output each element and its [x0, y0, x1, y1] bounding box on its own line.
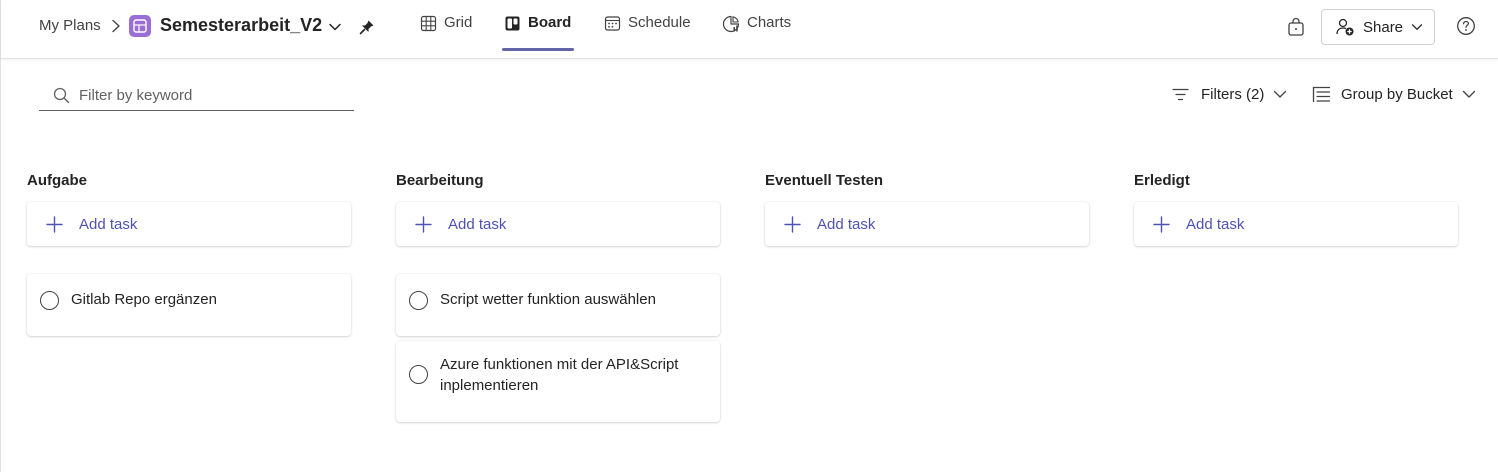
- bucket-erledigt: Erledigt Add task: [1134, 172, 1458, 246]
- plan-icon: [129, 15, 151, 37]
- search-icon: [53, 87, 70, 103]
- task-list: Script wetter funktion auswählen Azure f…: [396, 274, 720, 422]
- task-card[interactable]: Script wetter funktion auswählen: [396, 274, 720, 336]
- task-title: Azure funktionen mit der API&Script inpl…: [440, 356, 679, 394]
- bucket-title[interactable]: Bearbeitung: [396, 172, 720, 192]
- add-task-button[interactable]: Add task: [1134, 202, 1458, 246]
- top-header: My Plans Semesterarbeit_V2 Grid Board Sc…: [1, 0, 1498, 59]
- tab-board-label: Board: [528, 14, 572, 31]
- bucket-eventuell-testen: Eventuell Testen Add task: [765, 172, 1089, 246]
- grid-icon: [420, 15, 437, 32]
- filter-icon: [1172, 88, 1189, 100]
- add-task-button[interactable]: Add task: [396, 202, 720, 246]
- tab-board[interactable]: Board: [504, 14, 571, 50]
- add-task-button[interactable]: Add task: [765, 202, 1089, 246]
- bucket-bearbeitung: Bearbeitung Add task Script wetter funkt…: [396, 172, 720, 427]
- list-icon: [1312, 86, 1331, 102]
- tab-grid[interactable]: Grid: [420, 14, 472, 50]
- plus-icon: [415, 215, 432, 233]
- chevron-down-icon: [1274, 90, 1287, 98]
- chart-icon: [722, 15, 740, 33]
- bucket-title[interactable]: Eventuell Testen: [765, 172, 1089, 192]
- tab-schedule-label: Schedule: [628, 14, 691, 31]
- chevron-down-icon: [1411, 24, 1423, 30]
- add-task-label: Add task: [448, 215, 507, 233]
- tab-charts-label: Charts: [747, 14, 792, 31]
- calendar-icon: [604, 16, 621, 31]
- chevron-down-icon: [1462, 90, 1475, 98]
- filters-button-label: Filters (2): [1201, 85, 1265, 103]
- complete-task-checkbox[interactable]: [409, 291, 428, 310]
- complete-task-checkbox[interactable]: [40, 291, 59, 310]
- add-task-button[interactable]: Add task: [27, 202, 351, 246]
- help-icon[interactable]: [1456, 16, 1476, 36]
- filter-keyword-input[interactable]: [79, 86, 339, 104]
- pin-icon[interactable]: [358, 18, 376, 36]
- tab-grid-label: Grid: [444, 14, 473, 31]
- tab-schedule[interactable]: Schedule: [604, 14, 691, 50]
- board-icon: [505, 16, 520, 31]
- breadcrumb-my-plans[interactable]: My Plans: [39, 17, 101, 34]
- share-button-label: Share: [1363, 18, 1404, 36]
- plus-icon: [1153, 215, 1170, 233]
- plan-title: Semesterarbeit_V2: [160, 15, 323, 35]
- filters-button[interactable]: Filters (2): [1172, 83, 1287, 105]
- bucket-title[interactable]: Erledigt: [1134, 172, 1458, 192]
- add-task-label: Add task: [1186, 215, 1245, 233]
- task-list: Gitlab Repo ergänzen: [27, 274, 351, 336]
- add-task-label: Add task: [817, 215, 876, 233]
- chevron-down-icon[interactable]: [328, 20, 342, 34]
- task-title: Gitlab Repo ergänzen: [71, 291, 217, 308]
- filter-search: [39, 80, 354, 111]
- task-card[interactable]: Gitlab Repo ergänzen: [27, 274, 351, 336]
- plus-icon: [784, 215, 801, 233]
- bucket-aufgabe: Aufgabe Add task Gitlab Repo ergänzen: [27, 172, 351, 341]
- add-task-label: Add task: [79, 215, 138, 233]
- active-tab-indicator: [502, 48, 574, 51]
- bucket-title[interactable]: Aufgabe: [27, 172, 351, 192]
- person-add-icon: [1336, 18, 1354, 36]
- tab-charts[interactable]: Charts: [722, 14, 791, 50]
- share-button[interactable]: Share: [1321, 9, 1435, 45]
- task-title: Script wetter funktion auswählen: [440, 291, 656, 308]
- group-by-button-label: Group by Bucket: [1341, 85, 1453, 103]
- bag-icon[interactable]: [1286, 17, 1306, 37]
- complete-task-checkbox[interactable]: [409, 365, 428, 384]
- plus-icon: [46, 215, 63, 233]
- task-card[interactable]: Azure funktionen mit der API&Script inpl…: [396, 341, 720, 422]
- chevron-right-icon: [112, 19, 120, 33]
- group-by-button[interactable]: Group by Bucket: [1312, 83, 1476, 105]
